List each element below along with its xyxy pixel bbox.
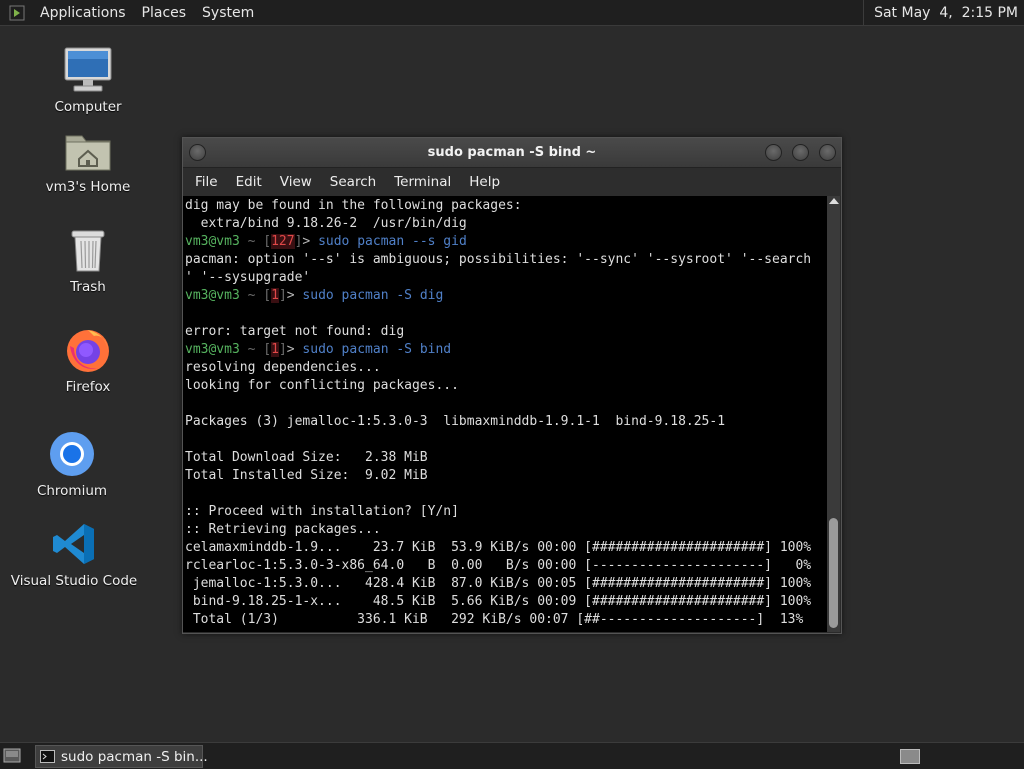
terminal-prompt-line: vm3@vm3 ~ [1]> sudo pacman -S bind [185, 342, 452, 357]
terminal-line: dig may be found in the following packag… [185, 198, 522, 213]
desktop-icon-label: Firefox [65, 379, 111, 395]
terminal-line: looking for conflicting packages... [185, 378, 459, 393]
desktop-icon-label: Trash [70, 279, 106, 295]
computer-icon [62, 44, 114, 96]
desktop-icon-trash[interactable]: Trash [28, 224, 148, 295]
prompt-arrow: > [286, 342, 295, 357]
applications-menu[interactable]: Applications [32, 5, 134, 21]
terminal-line: Total (1/3) 336.1 KiB 292 KiB/s 00:07 [#… [185, 612, 804, 627]
terminal-line: :: Retrieving packages... [185, 522, 381, 537]
scrollbar-thumb[interactable] [829, 518, 838, 628]
firefox-icon [62, 324, 114, 376]
terminal-line: Total Download Size: 2.38 MiB [185, 450, 428, 465]
window-titlebar[interactable]: sudo pacman -S bind ~ [183, 138, 841, 168]
desktop-icon-firefox[interactable]: Firefox [28, 324, 148, 395]
prompt-arrow: > [286, 288, 295, 303]
command-text: sudo pacman --s gid [318, 234, 467, 249]
scroll-up-arrow-icon[interactable] [829, 198, 839, 204]
command-text: sudo pacman -S bind [302, 342, 452, 357]
terminal-line: celamaxminddb-1.9... 23.7 KiB 53.9 KiB/s… [185, 540, 812, 555]
window-menu-button[interactable] [189, 144, 206, 161]
terminal-output[interactable]: dig may be found in the following packag… [183, 196, 827, 632]
terminal-icon [40, 750, 55, 763]
taskbar-item-terminal[interactable]: sudo pacman -S bin... [35, 745, 208, 768]
terminal-menubar: File Edit View Search Terminal Help [183, 168, 841, 196]
home-folder-icon [62, 124, 114, 176]
close-button[interactable] [819, 144, 836, 161]
panel-separator [863, 0, 865, 25]
desktop-icon-label: Visual Studio Code [10, 573, 138, 589]
prompt-user: vm3@vm3 [185, 288, 240, 303]
prompt-user: vm3@vm3 [185, 234, 240, 249]
desktop-icon-computer[interactable]: Computer [28, 44, 148, 115]
command-text: sudo pacman -S dig [302, 288, 444, 303]
terminal-line: pacman: option '--s' is ambiguous; possi… [185, 252, 812, 267]
terminal-line: bind-9.18.25-1-x... 48.5 KiB 5.66 KiB/s … [185, 594, 812, 609]
vscode-icon [48, 518, 100, 570]
terminal-line: Packages (3) jemalloc-1:5.3.0-3 libmaxmi… [185, 414, 726, 429]
minimize-button[interactable] [765, 144, 782, 161]
exit-code-badge: 1 [271, 288, 279, 303]
desktop-icon-chromium[interactable]: Chromium [12, 428, 132, 499]
prompt-user: vm3@vm3 [185, 342, 240, 357]
menu-file[interactable]: File [186, 174, 227, 190]
terminal-window[interactable]: sudo pacman -S bind ~ File Edit View Sea… [182, 137, 842, 634]
terminal-scrollbar[interactable] [827, 196, 840, 632]
workspace-switcher[interactable] [900, 749, 920, 764]
top-panel: Applications Places System Sat May 4, 2:… [0, 0, 1024, 26]
menu-search[interactable]: Search [321, 174, 385, 190]
terminal-line: extra/bind 9.18.26-2 /usr/bin/dig [185, 216, 467, 231]
trash-icon [62, 224, 114, 276]
show-desktop-icon[interactable] [3, 748, 21, 763]
desktop-icon-vscode[interactable]: Visual Studio Code [10, 518, 138, 589]
terminal-line: Total Installed Size: 9.02 MiB [185, 468, 428, 483]
maximize-button[interactable] [792, 144, 809, 161]
places-menu[interactable]: Places [134, 5, 195, 21]
desktop-icon-home[interactable]: vm3's Home [28, 124, 148, 195]
terminal-line: ' '--sysupgrade' [185, 270, 311, 285]
menu-terminal[interactable]: Terminal [385, 174, 460, 190]
terminal-line: resolving dependencies... [185, 360, 381, 375]
terminal-prompt-line: vm3@vm3 ~ [1]> sudo pacman -S dig [185, 288, 444, 303]
chromium-icon [46, 428, 98, 480]
distro-logo-icon[interactable] [8, 4, 26, 22]
desktop-icon-label: Chromium [36, 483, 108, 499]
window-title: sudo pacman -S bind ~ [427, 145, 597, 160]
terminal-line: :: Proceed with installation? [Y/n] [185, 504, 459, 519]
terminal-line: jemalloc-1:5.3.0... 428.4 KiB 87.0 KiB/s… [185, 576, 812, 591]
terminal-line: rclearloc-1:5.3.0-3-x86_64.0 B 0.00 B/s … [185, 558, 812, 573]
desktop-icon-label: Computer [54, 99, 122, 115]
clock[interactable]: Sat May 4, 2:15 PM [874, 5, 1024, 21]
terminal-prompt-line: vm3@vm3 ~ [127]> sudo pacman --s gid [185, 234, 467, 249]
menu-view[interactable]: View [271, 174, 321, 190]
menu-help[interactable]: Help [460, 174, 509, 190]
bottom-panel: sudo pacman -S bin... [0, 742, 1024, 769]
menu-edit[interactable]: Edit [227, 174, 271, 190]
desktop-icon-label: vm3's Home [45, 179, 131, 195]
exit-code-badge: 1 [271, 342, 279, 357]
system-menu[interactable]: System [194, 5, 262, 21]
terminal-line: error: target not found: dig [185, 324, 405, 339]
exit-code-badge: 127 [271, 234, 295, 249]
taskbar-item-label: sudo pacman -S bin... [61, 748, 208, 765]
